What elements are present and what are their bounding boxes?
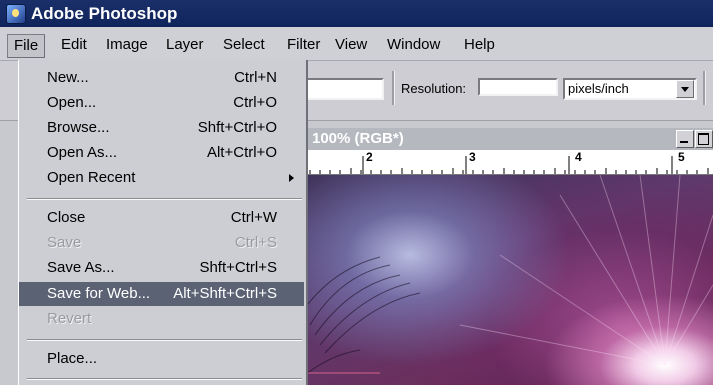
- resolution-unit-select[interactable]: pixels/inch: [563, 78, 697, 100]
- menu-item-save-as[interactable]: Save As... Shft+Ctrl+S: [19, 256, 304, 280]
- options-separator-2: [703, 71, 706, 105]
- menu-item-open-recent[interactable]: Open Recent: [19, 166, 304, 190]
- menu-item-revert: Revert: [19, 307, 304, 331]
- chevron-down-icon[interactable]: [676, 80, 694, 98]
- menu-item-label: Close: [47, 209, 86, 226]
- menu-select[interactable]: Select: [223, 35, 265, 55]
- resolution-label: Resolution:: [401, 81, 467, 96]
- menu-item-label: Revert: [47, 310, 92, 327]
- ruler-number: 2: [366, 150, 373, 164]
- menu-item-place[interactable]: Place...: [19, 347, 304, 371]
- document-title: 100% (RGB*): [312, 130, 404, 147]
- light-rays: [300, 175, 713, 376]
- menu-item-shortcut: Alt+Ctrl+O: [206, 144, 277, 161]
- menu-file[interactable]: File: [7, 34, 46, 58]
- menu-item-shortcut: Shft+Ctrl+S: [199, 259, 277, 276]
- canvas-image[interactable]: [300, 175, 713, 385]
- menu-item-save-for-web[interactable]: Save for Web... Alt+Shft+Ctrl+S: [19, 282, 304, 306]
- menu-item-label: Place...: [47, 350, 98, 367]
- menu-item-label: Open...: [47, 94, 97, 111]
- menu-item-label: Open Recent: [47, 169, 136, 186]
- menu-separator: [27, 198, 302, 200]
- menu-window[interactable]: Window: [387, 35, 440, 55]
- ruler-number: 3: [469, 150, 476, 164]
- app-title: Adobe Photoshop: [31, 3, 178, 23]
- menu-item-shortcut: Ctrl+O: [233, 94, 277, 111]
- menu-item-shortcut: Ctrl+N: [234, 69, 277, 86]
- width-field[interactable]: [300, 78, 384, 100]
- options-separator: [392, 71, 395, 105]
- minimize-icon[interactable]: [676, 130, 694, 148]
- menu-edit[interactable]: Edit: [61, 35, 87, 55]
- menu-help[interactable]: Help: [464, 35, 495, 55]
- menu-item-shortcut: Ctrl+S: [234, 234, 277, 251]
- document-title-bar: 100% (RGB*): [300, 128, 713, 150]
- menu-separator: [27, 339, 302, 341]
- ruler-number: 4: [575, 150, 582, 164]
- menu-bar: File Edit Image Layer Select Filter View…: [0, 27, 713, 61]
- title-bar: Adobe Photoshop: [0, 0, 713, 27]
- ruler-ticks: [300, 156, 709, 174]
- menu-item-shortcut: Ctrl+W: [230, 209, 277, 226]
- menu-item-save: Save Ctrl+S: [19, 231, 304, 255]
- menu-filter[interactable]: Filter: [287, 35, 320, 55]
- resolution-input[interactable]: [478, 78, 558, 96]
- menu-item-browse[interactable]: Browse... Shft+Ctrl+O: [19, 116, 304, 140]
- menu-view[interactable]: View: [335, 35, 367, 55]
- menu-item-new[interactable]: New... Ctrl+N: [19, 66, 304, 90]
- submenu-arrow-icon: [289, 174, 294, 182]
- ruler-number: 5: [678, 150, 685, 164]
- menu-item-label: Save for Web...: [47, 285, 151, 302]
- menu-separator: [27, 378, 302, 380]
- menu-item-label: New...: [47, 69, 89, 86]
- menu-item-label: Save: [47, 234, 82, 251]
- menu-item-label: Save As...: [47, 259, 115, 276]
- menu-item-open-as[interactable]: Open As... Alt+Ctrl+O: [19, 141, 304, 165]
- menu-item-shortcut: Shft+Ctrl+O: [197, 119, 277, 136]
- menu-layer[interactable]: Layer: [166, 35, 204, 55]
- menu-item-label: Browse...: [47, 119, 110, 136]
- menu-item-open[interactable]: Open... Ctrl+O: [19, 91, 304, 115]
- menu-image[interactable]: Image: [106, 35, 148, 55]
- photoshop-app-icon: [6, 3, 26, 24]
- menu-item-label: Open As...: [47, 144, 118, 161]
- menu-item-close[interactable]: Close Ctrl+W: [19, 206, 304, 230]
- menu-item-shortcut: Alt+Shft+Ctrl+S: [173, 285, 277, 302]
- file-menu-dropdown: New... Ctrl+N Open... Ctrl+O Browse... S…: [18, 60, 308, 385]
- resolution-unit-value: pixels/inch: [568, 81, 629, 96]
- maximize-icon[interactable]: [695, 130, 713, 148]
- horizontal-ruler: 2 3 4 5: [300, 150, 713, 175]
